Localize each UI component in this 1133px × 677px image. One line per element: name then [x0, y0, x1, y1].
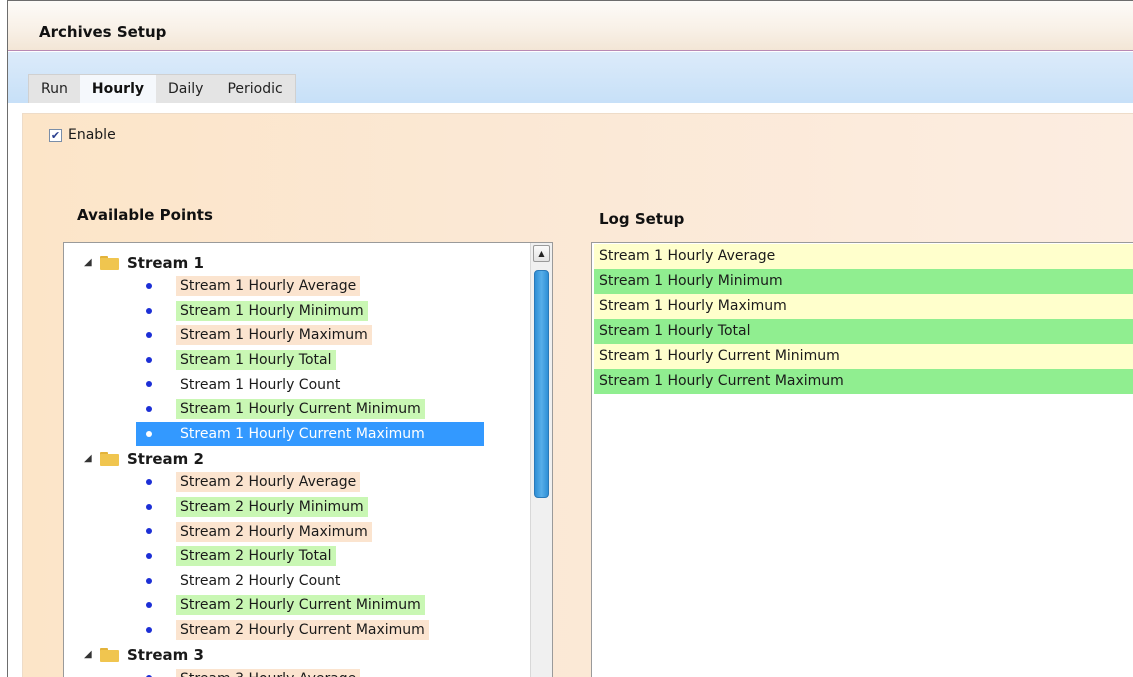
title-bar: Archives Setup: [8, 1, 1133, 51]
bullet-icon: [146, 479, 152, 486]
enable-checkbox-row[interactable]: ✔ Enable: [49, 127, 116, 143]
tree-item-label: Stream 2 Hourly Current Maximum: [176, 620, 429, 641]
tree-item-label: Stream 2 Hourly Average: [176, 472, 361, 493]
log-setup-label: Log Setup: [599, 210, 685, 228]
expand-arrow-icon[interactable]: ◢: [84, 257, 98, 268]
tree-item[interactable]: Stream 2 Hourly Minimum: [64, 495, 530, 520]
hourly-panel: ✔ Enable Available Points Log Setup ◢ Str…: [22, 113, 1133, 677]
tree-group-header[interactable]: ◢ Stream 1: [64, 251, 530, 274]
tree-item-label: Stream 2 Hourly Current Minimum: [176, 595, 425, 616]
tree-item[interactable]: Stream 1 Hourly Current Maximum: [64, 421, 530, 447]
tree-item[interactable]: Stream 2 Hourly Total: [64, 544, 530, 569]
tree-group-header[interactable]: ◢ Stream 2: [64, 447, 530, 470]
tree-item-label: Stream 1 Hourly Maximum: [176, 325, 372, 346]
tree-item[interactable]: Stream 1 Hourly Current Minimum: [64, 397, 530, 422]
tree-item[interactable]: Stream 2 Hourly Current Minimum: [64, 593, 530, 618]
tree-item[interactable]: Stream 1 Hourly Maximum: [64, 323, 530, 348]
tab-daily[interactable]: Daily: [156, 75, 215, 103]
expand-arrow-icon[interactable]: ◢: [84, 649, 98, 660]
bullet-icon: [146, 405, 152, 412]
enable-checkbox[interactable]: ✔: [49, 128, 62, 142]
log-setup-list[interactable]: Stream 1 Hourly Average Stream 1 Hourly M…: [591, 242, 1133, 677]
tree-item-label: Stream 1 Hourly Count: [180, 376, 341, 393]
tree-item-label: Stream 2 Hourly Maximum: [176, 521, 372, 542]
tab-strip: Run Hourly Daily Periodic: [28, 74, 296, 103]
vertical-scrollbar[interactable]: ▲: [530, 243, 552, 677]
tree-item-label: Stream 2 Hourly Count: [180, 572, 341, 589]
scroll-up-arrow-icon[interactable]: ▲: [533, 245, 550, 262]
bullet-icon: [146, 626, 152, 633]
bullet-icon: [146, 307, 152, 314]
tree-view: ◢ Stream 1 Stream 1 Hourly Average Stream 1…: [64, 243, 530, 677]
available-points-tree[interactable]: ◢ Stream 1 Stream 1 Hourly Average Stream 1…: [63, 242, 553, 677]
log-row[interactable]: Stream 1 Hourly Current Minimum: [594, 344, 1133, 369]
tree-item[interactable]: Stream 3 Hourly Average: [64, 666, 530, 677]
expand-arrow-icon[interactable]: ◢: [84, 453, 98, 464]
tree-item[interactable]: Stream 2 Hourly Maximum: [64, 519, 530, 544]
tree-item[interactable]: Stream 1 Hourly Count: [64, 372, 530, 397]
bullet-icon: [146, 552, 152, 559]
tree-group: ◢ Stream 3 Stream 3 Hourly Average: [64, 643, 530, 677]
tree-group-name: Stream 1: [127, 253, 204, 272]
bullet-icon: [146, 503, 152, 510]
tree-item-label: Stream 1 Hourly Total: [176, 350, 336, 371]
bullet-icon: [146, 332, 152, 339]
bullet-icon: [146, 356, 152, 363]
tree-item-label: Stream 1 Hourly Current Minimum: [176, 399, 425, 420]
tree-item[interactable]: Stream 1 Hourly Total: [64, 348, 530, 373]
tree-item-label: Stream 2 Hourly Total: [176, 546, 336, 567]
log-row[interactable]: Stream 1 Hourly Minimum: [594, 269, 1133, 294]
bullet-icon: [146, 283, 152, 289]
tree-item[interactable]: Stream 2 Hourly Current Maximum: [64, 618, 530, 643]
tree-group-name: Stream 2: [127, 449, 204, 468]
scroll-thumb[interactable]: [534, 270, 549, 498]
available-points-label: Available Points: [77, 206, 213, 224]
tree-group: ◢ Stream 1 Stream 1 Hourly Average Stream 1…: [64, 251, 530, 446]
tree-group-header[interactable]: ◢ Stream 3: [64, 643, 530, 666]
tree-item-label: Stream 1 Hourly Minimum: [176, 300, 368, 321]
tab-run[interactable]: Run: [29, 75, 80, 103]
bullet-icon: [146, 430, 152, 437]
log-row[interactable]: Stream 1 Hourly Total: [594, 319, 1133, 344]
folder-icon: [100, 647, 119, 662]
tree-item-label: Stream 1 Hourly Average: [176, 276, 361, 297]
log-row[interactable]: Stream 1 Hourly Maximum: [594, 294, 1133, 319]
tree-item-label: Stream 2 Hourly Minimum: [176, 497, 368, 518]
tree-group-name: Stream 3: [127, 645, 204, 664]
tree-item-label: Stream 1 Hourly Current Maximum: [176, 423, 429, 444]
log-row[interactable]: Stream 1 Hourly Average: [594, 244, 1133, 269]
tab-hourly[interactable]: Hourly: [79, 75, 156, 103]
log-rows: Stream 1 Hourly Average Stream 1 Hourly M…: [592, 244, 1133, 394]
folder-icon: [100, 255, 119, 270]
archives-setup-window: Archives Setup Run Hourly Daily Periodic…: [7, 0, 1133, 677]
tree-item[interactable]: Stream 2 Hourly Average: [64, 470, 530, 495]
tree-item[interactable]: Stream 1 Hourly Minimum: [64, 299, 530, 324]
bullet-icon: [146, 602, 152, 609]
folder-icon: [100, 451, 119, 466]
tab-band: Run Hourly Daily Periodic: [8, 52, 1133, 103]
enable-label: Enable: [68, 127, 116, 143]
tree-item[interactable]: Stream 1 Hourly Average: [64, 274, 530, 299]
bullet-icon: [146, 381, 152, 388]
tree-group: ◢ Stream 2 Stream 2 Hourly Average Stream 2…: [64, 447, 530, 642]
tree-item[interactable]: Stream 2 Hourly Count: [64, 569, 530, 594]
bullet-icon: [146, 528, 152, 535]
tree-item-label: Stream 3 Hourly Average: [176, 668, 361, 677]
log-row[interactable]: Stream 1 Hourly Current Maximum: [594, 369, 1133, 394]
window-title: Archives Setup: [39, 23, 167, 41]
bullet-icon: [146, 577, 152, 584]
tab-periodic[interactable]: Periodic: [215, 75, 294, 103]
